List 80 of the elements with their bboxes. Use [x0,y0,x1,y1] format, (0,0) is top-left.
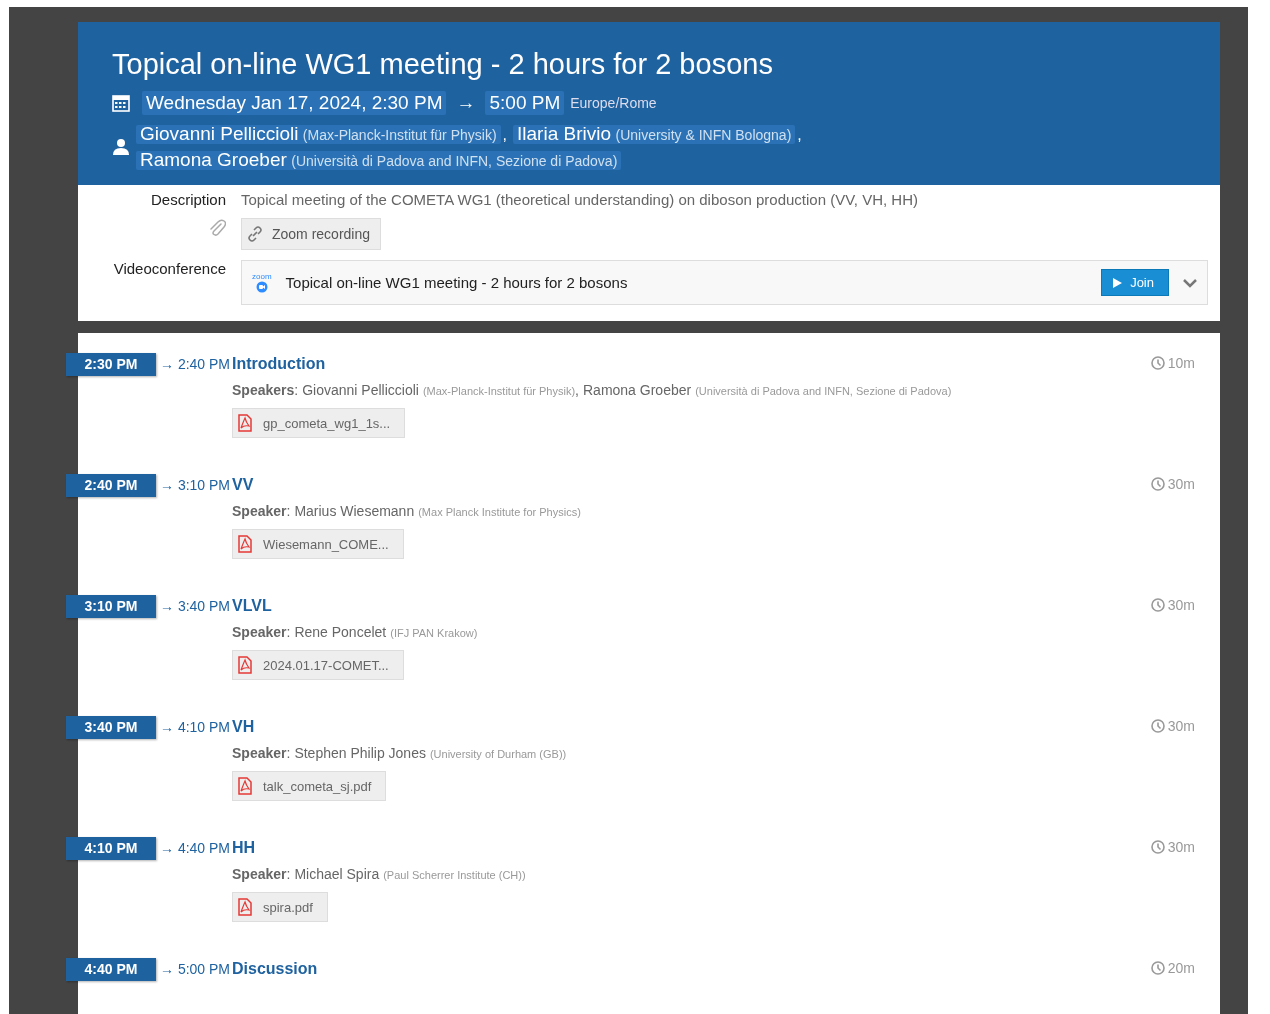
speaker-name: Marius Wiesemann [294,503,415,519]
separator: , [575,382,579,398]
contribution-title[interactable]: Discussion [232,958,318,978]
contribution-title[interactable]: VV [232,474,254,494]
clock-icon [1150,356,1165,370]
duration: 20m [1167,960,1195,976]
attachment-button[interactable]: 2024.01.17-COMET... [232,650,404,680]
separator: , [502,126,508,143]
speaker-name: Rene Poncelet [294,624,387,640]
speaker-label: Speakers: [232,382,299,398]
start-date: Wednesday Jan 17, 2024, 2:30 PM [142,91,447,115]
description-text: Topical meeting of the COMETA WG1 (theoretical understanding) on diboson production (VV, VH, HH) [241,191,919,208]
zoom-logo: zoom [252,272,272,293]
chevron-down-icon[interactable] [1183,277,1197,288]
description-label: Description [149,191,226,208]
speaker-name: Ramona Groeber [583,382,692,398]
contribution-title[interactable]: Introduction [232,353,326,373]
attachment-button[interactable]: talk_cometa_sj.pdf [232,771,387,801]
start-time-badge: 4:10 PM [66,837,156,860]
clock-icon [1150,840,1165,854]
end-time: → 5:00 PM [160,961,231,977]
duration: 30m [1167,839,1195,855]
speaker-label: Speaker: [232,745,291,761]
duration: 10m [1167,355,1195,371]
zoom-recording-link[interactable]: Zoom recording [241,218,382,250]
chairperson[interactable]: Giovanni Pelliccioli (Max-Planck-Institut für Physik) [136,125,501,144]
pdf-icon [237,777,253,795]
start-time-badge: 3:40 PM [66,716,156,739]
end-time: → 4:40 PM [160,840,231,856]
chairperson[interactable]: Ramona Groeber (Università di Padova and INFN, Sezione di Padova) [136,151,622,170]
clock-icon [1150,477,1165,491]
speaker-label: Speaker: [232,866,291,882]
contribution-title[interactable]: VH [232,716,255,736]
speaker-name: Stephen Philip Jones [294,745,426,761]
end-time: → 3:40 PM [160,598,231,614]
start-time-badge: 4:40 PM [66,958,156,981]
duration: 30m [1167,718,1195,734]
arrow: → [456,92,476,114]
speaker-affiliation: (IFJ PAN Krakow) [390,627,478,639]
clock-icon [1150,961,1165,975]
play-icon [1112,277,1123,288]
chairperson[interactable]: Ilaria Brivio (University & INFN Bologna) [513,125,796,144]
start-time-badge: 2:30 PM [66,353,156,376]
speaker-name: Giovanni Pelliccioli [302,382,419,398]
event-title: Topical on-line WG1 meeting - 2 hours for 2 bosons [112,48,774,81]
timezone: Europe/Rome [570,95,657,111]
speaker-affiliation: (Università di Padova and INFN, Sezione di Padova) [695,385,952,397]
paperclip-icon [208,218,226,238]
contribution-title[interactable]: HH [232,837,256,857]
clock-icon [1150,719,1165,733]
duration: 30m [1167,476,1195,492]
attachment-button[interactable]: spira.pdf [232,892,328,922]
speaker-affiliation: (Paul Scherrer Institute (CH)) [383,869,526,881]
speaker-label: Speaker: [232,503,291,519]
link-icon [246,225,264,243]
pdf-icon [237,656,253,674]
pdf-icon [237,414,253,432]
pdf-icon [237,898,253,916]
end-time: → 2:40 PM [160,356,231,372]
attachment-button[interactable]: gp_cometa_wg1_1s... [232,408,406,438]
end-time: 5:00 PM [485,91,565,115]
end-time: → 3:10 PM [160,477,231,493]
end-time: → 4:10 PM [160,719,231,735]
clock-icon [1150,598,1165,612]
contribution-title[interactable]: VLVL [232,595,272,615]
speaker-name: Michael Spira [294,866,380,882]
calendar-icon [112,94,130,112]
speaker-label: Speaker: [232,624,291,640]
start-time-badge: 3:10 PM [66,595,156,618]
room-name: Topical on-line WG1 meeting - 2 hours for 2 bosons [285,274,628,291]
duration: 30m [1167,597,1195,613]
pdf-icon [237,535,253,553]
person-icon [112,138,130,156]
join-button[interactable]: Join [1101,269,1169,296]
start-time-badge: 2:40 PM [66,474,156,497]
attachment-button[interactable]: Wiesemann_COME... [232,529,404,559]
speaker-affiliation: (University of Durham (GB)) [429,748,567,760]
videoconference-label: Videoconference [112,260,226,279]
separator: , [797,126,802,143]
speaker-affiliation: (Max Planck Institute for Physics) [418,506,581,518]
